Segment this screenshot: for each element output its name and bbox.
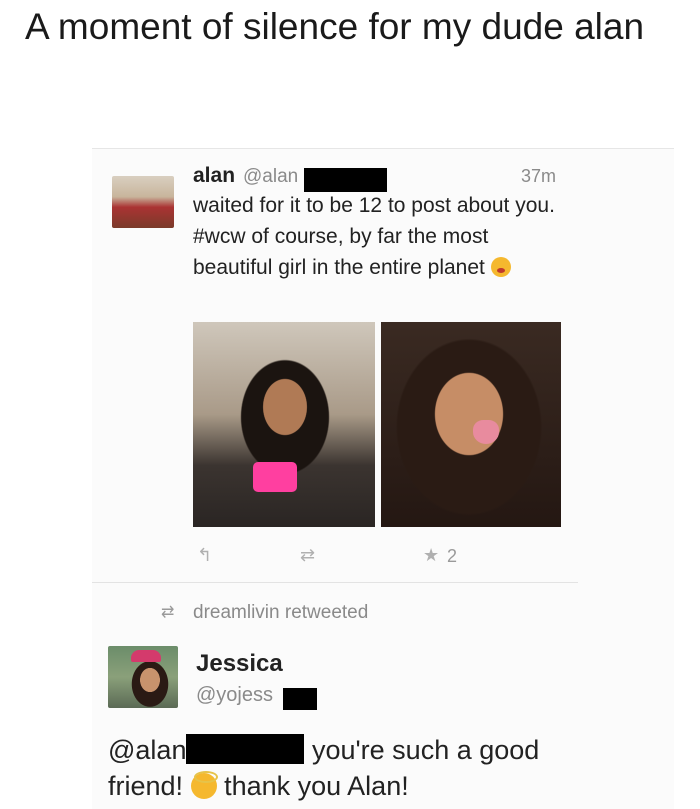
tweet1-author-name[interactable]: alan bbox=[193, 164, 235, 188]
retweet-indicator-icon: ⇄ bbox=[161, 604, 175, 621]
tweet2-text-part2: thank you Alan! bbox=[224, 771, 409, 801]
retweet-icon[interactable]: ⇄ bbox=[300, 545, 315, 566]
tweet1-text: waited for it to be 12 to post about you… bbox=[193, 190, 563, 283]
retweeted-by-label[interactable]: dreamlivin retweeted bbox=[193, 602, 368, 624]
favorite-count: 2 bbox=[447, 546, 458, 566]
pink-phone bbox=[253, 462, 297, 492]
avatar-cap bbox=[131, 650, 161, 662]
redaction-bar bbox=[186, 734, 305, 764]
tweet2-author-handle[interactable]: @yojess bbox=[196, 684, 273, 707]
tweet-divider bbox=[92, 582, 578, 583]
mention-link[interactable]: @alan bbox=[108, 735, 186, 765]
post-caption: A moment of silence for my dude alan bbox=[25, 6, 645, 47]
redaction-bar bbox=[304, 168, 387, 192]
tweet1-photo-1[interactable] bbox=[193, 322, 375, 527]
halo-emoji-icon bbox=[190, 771, 218, 799]
tweet2-text: @alan you're such a good friend! thank y… bbox=[108, 732, 578, 804]
star-icon[interactable]: ★ bbox=[423, 545, 439, 566]
reply-icon[interactable]: ↰ bbox=[197, 545, 212, 566]
tweet2-author-name[interactable]: Jessica bbox=[196, 650, 283, 678]
tweet1-photo-2[interactable] bbox=[381, 322, 561, 527]
tongue-detail bbox=[473, 420, 499, 444]
tweet1-author-handle[interactable]: @alan bbox=[243, 166, 298, 188]
avatar-alan[interactable] bbox=[112, 176, 174, 228]
tweet1-timestamp: 37m bbox=[521, 166, 557, 186]
redaction-bar bbox=[283, 688, 317, 710]
heart-kiss-emoji-icon bbox=[490, 257, 511, 277]
